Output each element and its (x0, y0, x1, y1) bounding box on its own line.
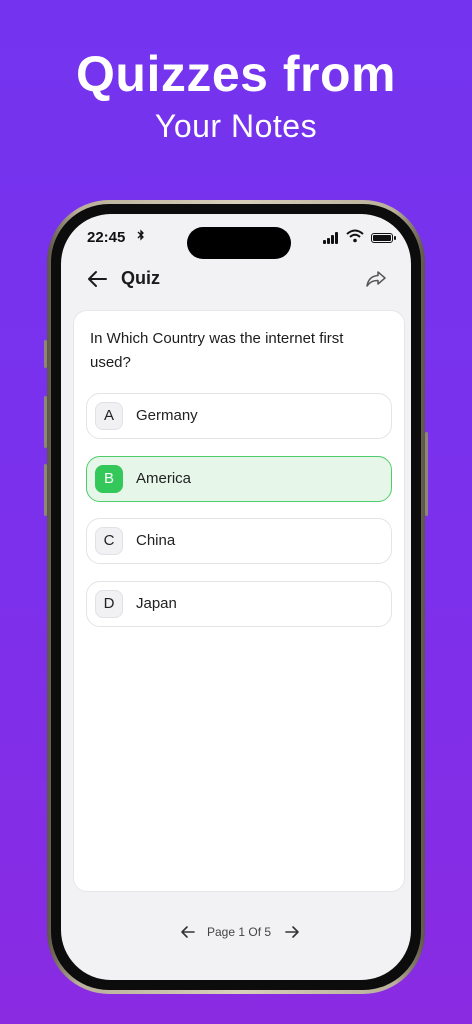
option-a[interactable]: A Germany (86, 393, 392, 439)
page-title: Quiz (121, 268, 160, 288)
option-label: China (136, 532, 176, 549)
dynamic-island (187, 227, 291, 259)
option-letter: A (95, 402, 123, 430)
page-indicator: Page 1 Of 5 (207, 925, 272, 939)
bluetooth-icon (137, 229, 145, 244)
option-letter: C (95, 527, 123, 555)
volume-down-button (44, 464, 47, 516)
nav-bar: Quiz (61, 262, 411, 296)
question-card: In Which Country was the internet first … (73, 310, 405, 892)
promo-subheadline: Your Notes (154, 108, 318, 144)
option-label: Japan (136, 595, 177, 612)
pagination: Page 1 Of 5 (61, 922, 411, 944)
promo-header: Quizzes from Your Notes (0, 44, 472, 146)
promo-headline: Quizzes from (76, 46, 396, 102)
previous-page-icon[interactable] (179, 924, 197, 940)
option-d[interactable]: D Japan (86, 581, 392, 627)
volume-up-button (44, 396, 47, 448)
phone-bezel: 22:45 Quiz In Which Country was the inte… (51, 204, 421, 990)
power-button (425, 432, 428, 516)
arrow-left-icon[interactable] (85, 268, 109, 290)
share-arrow-icon[interactable] (365, 268, 387, 290)
option-c[interactable]: C China (86, 518, 392, 564)
battery-icon (371, 233, 396, 243)
option-label: Germany (136, 407, 198, 424)
option-b[interactable]: B America (86, 456, 392, 502)
option-letter: B (95, 465, 123, 493)
signal-icon (323, 232, 339, 244)
option-letter: D (95, 590, 123, 618)
status-time: 22:45 (87, 229, 126, 246)
wifi-icon (346, 229, 364, 245)
phone-frame: 22:45 Quiz In Which Country was the inte… (44, 200, 428, 994)
action-button (44, 340, 47, 368)
next-page-icon[interactable] (283, 924, 301, 940)
option-label: America (136, 470, 192, 487)
question-text: In Which Country was the internet first … (90, 330, 344, 371)
phone-screen: 22:45 Quiz In Which Country was the inte… (61, 214, 411, 980)
